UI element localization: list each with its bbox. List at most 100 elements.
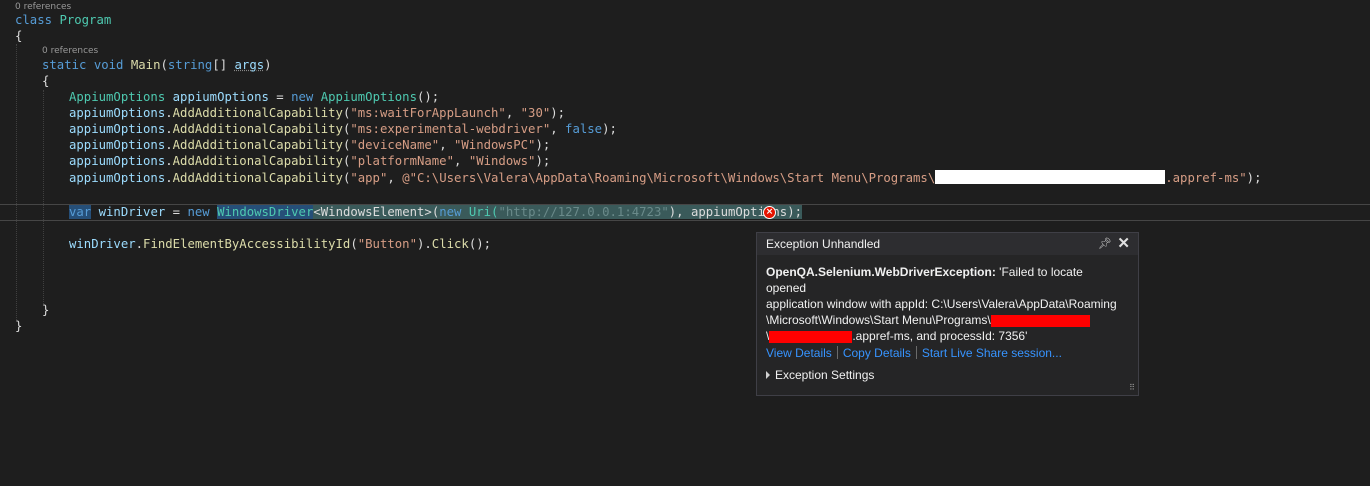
code-line-cap5[interactable]: appiumOptions.AddAdditionalCapability("a…	[69, 170, 1261, 186]
code-line-cap3[interactable]: appiumOptions.AddAdditionalCapability("d…	[69, 137, 550, 153]
code-line-find-element[interactable]: winDriver.FindElementByAccessibilityId("…	[69, 236, 491, 252]
punct: ,	[550, 122, 566, 136]
variable: appiumOptions	[69, 171, 166, 185]
code-line-cap1[interactable]: appiumOptions.AddAdditionalCapability("m…	[69, 105, 565, 121]
exception-popup-header: Exception Unhandled 📌︎ ✕	[757, 233, 1138, 255]
indent-guide-class	[16, 44, 17, 320]
live-share-link[interactable]: Start Live Share session...	[922, 346, 1062, 360]
punct: );	[535, 154, 551, 168]
method-name: AddAdditionalCapability	[172, 122, 343, 136]
link-separator	[915, 346, 917, 359]
exception-links: View Details Copy Details Start Live Share…	[766, 346, 1062, 360]
code-line-windows-driver[interactable]: var winDriver = new WindowsDriver<Window…	[69, 204, 803, 220]
string: "30"	[520, 106, 551, 120]
keyword: var	[69, 205, 92, 219]
exception-popup: Exception Unhandled 📌︎ ✕ OpenQA.Selenium…	[756, 232, 1139, 396]
code-line-class[interactable]: class Program	[15, 12, 111, 28]
punct: )	[264, 58, 272, 72]
copy-details-link[interactable]: Copy Details	[843, 346, 911, 360]
punct: .	[165, 154, 173, 168]
type-name: AppiumOptions	[313, 90, 417, 104]
code-line-appium-options[interactable]: AppiumOptions appiumOptions = new Appium…	[69, 89, 439, 105]
exception-type: OpenQA.Selenium.WebDriverException:	[766, 265, 996, 279]
exception-text: application window with appId: C:\Users\…	[766, 297, 1117, 311]
keyword: static	[42, 58, 87, 72]
code-line-open-brace-main[interactable]: {	[42, 73, 49, 89]
punct: ), appiumOptions);	[668, 205, 803, 219]
error-icon[interactable]: ×	[763, 206, 776, 219]
method-name: AddAdditionalCapability	[172, 154, 343, 168]
param-name: args	[234, 58, 265, 72]
keyword: new	[291, 90, 314, 104]
keyword: void	[93, 58, 124, 72]
view-details-link[interactable]: View Details	[766, 346, 832, 360]
punct: <WindowsElement>(	[313, 205, 440, 219]
link-separator	[836, 346, 838, 359]
variable: appiumOptions	[69, 154, 166, 168]
punct: );	[602, 122, 617, 136]
punct: (	[350, 237, 358, 251]
exception-popup-title: Exception Unhandled	[766, 237, 881, 251]
punct: ,	[387, 171, 403, 185]
method-name: Click	[431, 237, 469, 251]
code-line-close-brace-main[interactable]: }	[42, 302, 49, 318]
punct: .	[165, 171, 173, 185]
string: @"C:\Users\Valera\AppData\Roaming\Micros…	[402, 171, 936, 185]
close-icon[interactable]: ✕	[1117, 234, 1130, 252]
keyword: false	[565, 122, 603, 136]
punct: .	[165, 138, 173, 152]
brace: }	[42, 303, 50, 317]
keyword: class	[15, 13, 53, 27]
punct: (	[160, 58, 168, 72]
variable: appiumOptions	[69, 106, 166, 120]
variable: appiumOptions	[69, 122, 166, 136]
code-line-open-brace-class[interactable]: {	[15, 28, 22, 44]
punct: .	[165, 122, 173, 136]
redacted-app-path	[935, 170, 1166, 184]
punct: .	[165, 106, 173, 120]
punct: );	[535, 138, 551, 152]
string: "Button"	[357, 237, 417, 251]
method-name: AddAdditionalCapability	[172, 138, 343, 152]
variable: appiumOptions	[69, 138, 166, 152]
variable: winDriver	[91, 205, 166, 219]
resize-grip-icon[interactable]: ⠿	[1129, 384, 1135, 392]
exception-settings-toggle[interactable]: Exception Settings	[766, 368, 874, 382]
redacted-app-name	[769, 330, 853, 343]
variable: appiumOptions	[165, 90, 269, 104]
punct: ,	[439, 138, 454, 152]
keyword: string	[167, 58, 213, 72]
punct: ).	[416, 237, 432, 251]
method-name: FindElementByAccessibilityId	[143, 237, 351, 251]
code-line-main-signature[interactable]: static void Main(string[] args)	[42, 57, 272, 73]
punct: );	[1246, 171, 1262, 185]
string: "WindowsPC"	[454, 138, 536, 152]
brace: {	[42, 74, 50, 88]
expand-triangle-icon	[766, 371, 770, 379]
method-name: Main	[130, 58, 161, 72]
indent-guide-method	[43, 90, 44, 306]
punct: ();	[417, 90, 440, 104]
brace: {	[15, 29, 23, 43]
keyword: new	[187, 205, 218, 219]
punct: =	[165, 205, 188, 219]
punct: ();	[468, 237, 492, 251]
method-name: AddAdditionalCapability	[172, 106, 343, 120]
codelens-main-references[interactable]: 0 references	[42, 45, 98, 57]
punct: ,	[454, 154, 469, 168]
string: "ms:waitForAppLaunch"	[350, 106, 506, 120]
punct: []	[212, 58, 235, 72]
string: "platformName"	[350, 154, 454, 168]
exception-text: \Microsoft\Windows\Start Menu\Programs\	[766, 313, 991, 327]
class-name: Program	[59, 13, 112, 27]
code-line-cap4[interactable]: appiumOptions.AddAdditionalCapability("p…	[69, 153, 550, 169]
string: "Windows"	[468, 154, 536, 168]
code-line-close-brace-class[interactable]: }	[15, 318, 22, 334]
punct: );	[550, 106, 566, 120]
punct: .	[135, 237, 144, 251]
pin-icon[interactable]: 📌︎	[1098, 237, 1112, 250]
code-line-cap2[interactable]: appiumOptions.AddAdditionalCapability("m…	[69, 121, 617, 137]
string: "deviceName"	[350, 138, 440, 152]
brace: }	[15, 319, 23, 333]
exception-settings-label: Exception Settings	[775, 368, 875, 382]
